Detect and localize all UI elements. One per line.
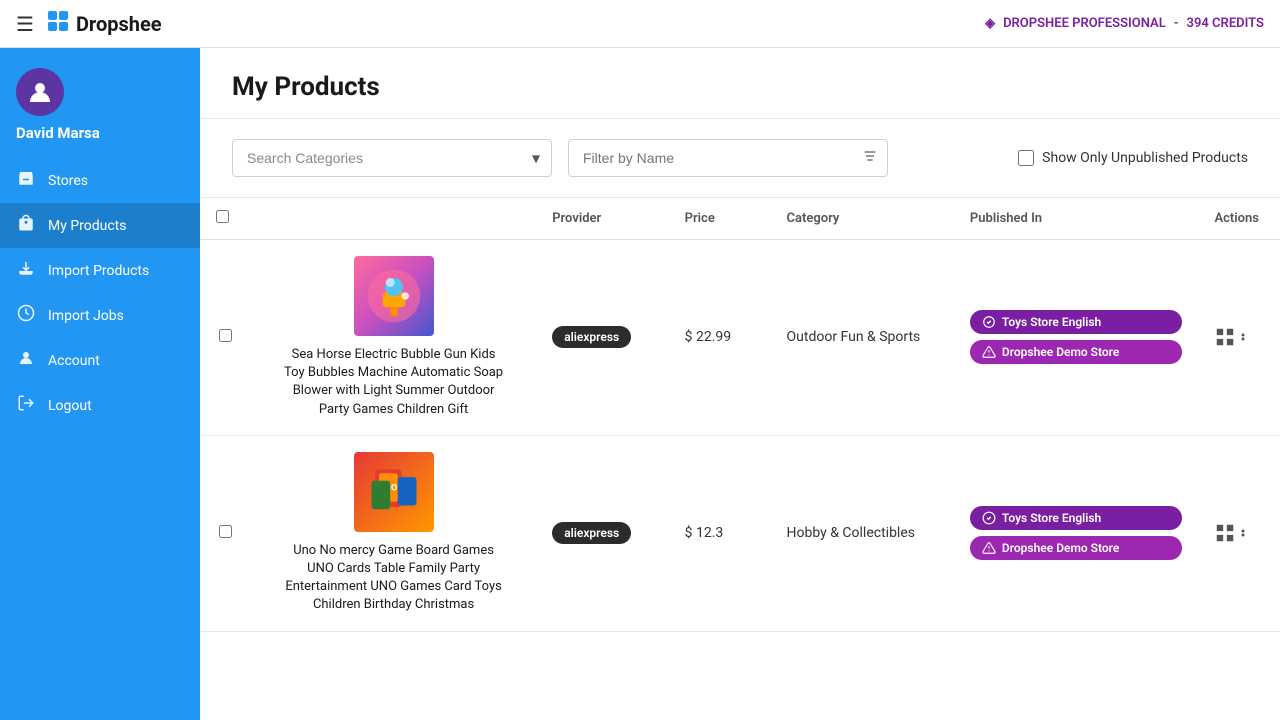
main-header: My Products [200,48,1280,119]
col-price-header: Price [669,198,771,240]
sidebar: David Marsa Stores My Products Import Pr… [0,48,200,720]
provider-cell: aliexpress [536,240,668,436]
col-product-header [251,198,536,240]
main-content: My Products Search Categories ▾ [200,48,1280,720]
sidebar-profile: David Marsa [0,48,200,158]
layout: David Marsa Stores My Products Import Pr… [0,48,1280,720]
row-checkbox[interactable] [219,329,232,342]
sidebar-item-logout[interactable]: Logout [0,383,200,428]
plan-icon: ◈ [985,16,995,31]
sidebar-item-label: Import Jobs [48,308,124,324]
filter-icon [862,148,878,168]
products-table: Provider Price Category Published In Act… [200,198,1280,720]
sidebar-item-import-products[interactable]: Import Products [0,248,200,293]
filter-name-input[interactable] [568,139,888,177]
unpublished-label: Show Only Unpublished Products [1042,150,1248,166]
row-checkbox-cell [200,240,251,436]
sidebar-item-my-products[interactable]: My Products [0,203,200,248]
avatar [16,68,64,116]
search-categories-container: Search Categories ▾ [232,139,552,177]
page-title: My Products [232,72,1248,102]
search-categories-select[interactable]: Search Categories [232,139,552,177]
actions-cell [1198,435,1280,631]
unpublished-filter[interactable]: Show Only Unpublished Products [1018,150,1248,166]
my-products-icon [16,214,36,237]
import-products-icon [16,259,36,282]
published-badge-label: Dropshee Demo Store [1002,345,1119,359]
sidebar-item-label: Logout [48,398,92,414]
sidebar-item-label: Account [48,353,100,369]
topbar: ☰ Dropshee ◈ DROPSHEE PROFESSIONAL - 394… [0,0,1280,48]
table-row: UNO Uno No mercy Game Board Games UNO Ca… [200,435,1280,631]
published-cell: Toys Store English Dropshee Demo Store [954,435,1199,631]
filter-row: Search Categories ▾ Show Only Unpublishe… [200,119,1280,198]
plan-text: DROPSHEE PROFESSIONAL [1003,16,1166,31]
product-cell: UNO Uno No mercy Game Board Games UNO Ca… [251,435,536,631]
col-checkbox [200,198,251,240]
table-body: Sea Horse Electric Bubble Gun Kids Toy B… [200,240,1280,632]
credits-text: 394 CREDITS [1187,16,1264,31]
published-badge-label: Toys Store English [1002,315,1101,329]
topbar-plan: ◈ DROPSHEE PROFESSIONAL - 394 CREDITS [985,16,1264,31]
select-all-checkbox[interactable] [216,210,229,223]
topbar-left: ☰ Dropshee [16,9,162,39]
stores-icon [16,169,36,192]
sidebar-item-account[interactable]: Account [0,338,200,383]
col-provider-header: Provider [536,198,668,240]
actions-button[interactable] [1214,326,1264,348]
category-cell: Outdoor Fun & Sports [771,240,954,436]
col-actions-header: Actions [1198,198,1280,240]
published-badge-warning[interactable]: Dropshee Demo Store [970,340,1183,364]
published-badge-label: Dropshee Demo Store [1002,541,1119,555]
product-name: Sea Horse Electric Bubble Gun Kids Toy B… [284,346,504,419]
sidebar-item-label: Import Products [48,263,149,279]
filter-name-container [568,139,888,177]
sidebar-item-label: My Products [48,218,127,234]
published-badge-warning[interactable]: Dropshee Demo Store [970,536,1183,560]
published-badge-verified[interactable]: Toys Store English [970,310,1183,334]
sidebar-username: David Marsa [16,124,100,142]
table-row: Sea Horse Electric Bubble Gun Kids Toy B… [200,240,1280,436]
row-checkbox-cell [200,435,251,631]
product-image: UNO [354,452,434,532]
account-icon [16,349,36,372]
sidebar-item-import-jobs[interactable]: Import Jobs [0,293,200,338]
import-jobs-icon [16,304,36,327]
actions-cell [1198,240,1280,436]
logout-icon [16,394,36,417]
category-cell: Hobby & Collectibles [771,435,954,631]
sidebar-item-label: Stores [48,173,88,189]
logo-text: Dropshee [76,12,162,36]
hamburger-icon[interactable]: ☰ [16,12,34,36]
logo-icon [46,9,70,39]
topbar-logo: Dropshee [46,9,162,39]
provider-badge: aliexpress [552,326,631,348]
sidebar-item-stores[interactable]: Stores [0,158,200,203]
product-image [354,256,434,336]
price-cell: $ 12.3 [669,435,771,631]
provider-cell: aliexpress [536,435,668,631]
product-cell: Sea Horse Electric Bubble Gun Kids Toy B… [251,240,536,436]
published-cell: Toys Store English Dropshee Demo Store [954,240,1199,436]
table: Provider Price Category Published In Act… [200,198,1280,632]
provider-badge: aliexpress [552,522,631,544]
table-header: Provider Price Category Published In Act… [200,198,1280,240]
actions-button[interactable] [1214,522,1264,544]
unpublished-checkbox-input[interactable] [1018,150,1034,166]
published-badge-verified[interactable]: Toys Store English [970,506,1183,530]
separator: - [1174,16,1179,31]
price-cell: $ 22.99 [669,240,771,436]
sidebar-nav: Stores My Products Import Products Impor… [0,158,200,428]
published-badge-label: Toys Store English [1002,511,1101,525]
col-published-header: Published In [954,198,1199,240]
col-category-header: Category [771,198,954,240]
row-checkbox[interactable] [219,525,232,538]
product-name: Uno No mercy Game Board Games UNO Cards … [284,542,504,615]
